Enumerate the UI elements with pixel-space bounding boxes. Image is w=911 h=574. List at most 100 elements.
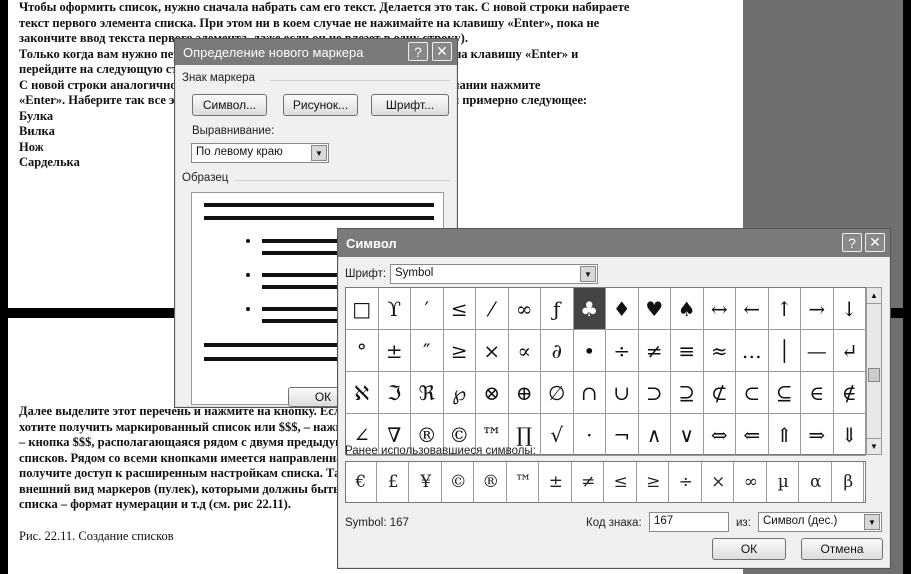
symbol-cell[interactable]: ∅: [541, 372, 574, 414]
symbol-cell[interactable]: □: [346, 288, 379, 330]
symbol-cell[interactable]: ⇔: [703, 414, 736, 456]
sample-group-label: Образец: [182, 172, 229, 184]
symbol-cell[interactable]: …: [736, 330, 769, 372]
symbol-cell[interactable]: ↓: [833, 288, 866, 330]
symbol-cell[interactable]: ⊄: [703, 372, 736, 414]
symbol-cell[interactable]: ↵: [833, 330, 866, 372]
symbol-cell[interactable]: ⊃: [638, 372, 671, 414]
symbol-cell[interactable]: ∧: [638, 414, 671, 456]
symbol-cell[interactable]: ⇐: [736, 414, 769, 456]
from-select[interactable]: Символ (дес.) ▼: [758, 512, 882, 532]
symbol-cell[interactable]: ♣: [573, 288, 606, 330]
recent-symbol-cell[interactable]: ¥: [411, 462, 442, 502]
sample-group-line: [235, 180, 450, 181]
symbol-cell[interactable]: •: [573, 330, 606, 372]
font-select[interactable]: Symbol ▼: [390, 264, 598, 284]
symbol-cell[interactable]: ↑: [768, 288, 801, 330]
close-button[interactable]: ✕: [432, 42, 452, 61]
chevron-down-icon[interactable]: ▼: [864, 514, 880, 530]
symbol-cell[interactable]: ⇓: [833, 414, 866, 456]
symbol-cell[interactable]: ÷: [606, 330, 639, 372]
scroll-thumb[interactable]: [868, 368, 880, 382]
symbol-cell[interactable]: ±: [378, 330, 411, 372]
symbol-cell[interactable]: —: [801, 330, 834, 372]
chevron-down-icon[interactable]: ▼: [311, 145, 327, 161]
symbol-cell[interactable]: ℜ: [411, 372, 444, 414]
define-bullet-titlebar[interactable]: Определение нового маркера ? ✕: [175, 39, 457, 65]
symbol-cell[interactable]: ″: [411, 330, 444, 372]
symbol-cell[interactable]: ∞: [508, 288, 541, 330]
symbol-cell[interactable]: ∪: [606, 372, 639, 414]
symbol-cell[interactable]: ℵ: [346, 372, 379, 414]
symbol-cell[interactable]: ♦: [606, 288, 639, 330]
symbol-cell[interactable]: ′: [411, 288, 444, 330]
chevron-down-icon[interactable]: ▼: [580, 266, 596, 282]
symbol-cell[interactable]: ↔: [703, 288, 736, 330]
scroll-down-icon[interactable]: ▼: [867, 438, 881, 454]
symbol-cell[interactable]: ℘: [443, 372, 476, 414]
symbol-cell[interactable]: ∂: [541, 330, 574, 372]
symbol-cell[interactable]: ∩: [573, 372, 606, 414]
symbol-cell[interactable]: ℑ: [378, 372, 411, 414]
symbol-cell[interactable]: ∝: [508, 330, 541, 372]
symbol-cell[interactable]: ⊂: [736, 372, 769, 414]
recent-symbol-cell[interactable]: ±: [541, 462, 572, 502]
symbol-cell[interactable]: ♠: [671, 288, 704, 330]
scroll-up-icon[interactable]: ▲: [867, 288, 881, 304]
symbol-cell[interactable]: ≠: [638, 330, 671, 372]
symbol-cell[interactable]: ♥: [638, 288, 671, 330]
symbol-cell[interactable]: ∨: [671, 414, 704, 456]
recent-symbol-cell[interactable]: ∞: [736, 462, 767, 502]
symbol-cell[interactable]: ƒ: [541, 288, 574, 330]
code-input[interactable]: 167: [649, 512, 729, 532]
symbol-status: Symbol: 167: [345, 517, 409, 529]
symbol-cell[interactable]: ←: [736, 288, 769, 330]
symbol-cell[interactable]: ⊇: [671, 372, 704, 414]
symbol-cell[interactable]: ϒ: [378, 288, 411, 330]
recent-symbol-cell[interactable]: ≠: [574, 462, 605, 502]
symbol-cell[interactable]: ⊗: [476, 372, 509, 414]
symbol-cell[interactable]: →: [801, 288, 834, 330]
picture-button[interactable]: Рисунок...: [283, 94, 358, 116]
symbol-cell[interactable]: ≤: [443, 288, 476, 330]
symbol-cell[interactable]: ∉: [833, 372, 866, 414]
alignment-select[interactable]: По левому краю ▼: [191, 143, 329, 163]
recent-symbol-cell[interactable]: £: [379, 462, 410, 502]
symbol-cell[interactable]: ⊆: [768, 372, 801, 414]
recent-symbol-cell[interactable]: €: [346, 462, 377, 502]
symbol-cell[interactable]: ∈: [801, 372, 834, 414]
symbol-cell[interactable]: ⊕: [508, 372, 541, 414]
symbol-cell[interactable]: ⇑: [768, 414, 801, 456]
font-button[interactable]: Шрифт...: [371, 94, 449, 116]
symbol-cell[interactable]: ⇒: [801, 414, 834, 456]
symbol-titlebar[interactable]: Символ ? ✕: [338, 229, 890, 257]
symbol-cell[interactable]: ≥: [443, 330, 476, 372]
recent-symbol-cell[interactable]: α: [801, 462, 832, 502]
recent-symbol-cell[interactable]: ≤: [606, 462, 637, 502]
symbol-cell[interactable]: ¬: [606, 414, 639, 456]
help-button[interactable]: ?: [408, 42, 428, 61]
recent-symbol-cell[interactable]: β: [834, 462, 865, 502]
symbol-cell[interactable]: ⁄: [476, 288, 509, 330]
symbol-button[interactable]: Символ...: [192, 94, 267, 116]
symbol-cell[interactable]: √: [541, 414, 574, 456]
symbol-cell[interactable]: ⋅: [573, 414, 606, 456]
recent-symbol-cell[interactable]: ×: [704, 462, 735, 502]
symbol-cell[interactable]: ≡: [671, 330, 704, 372]
symbol-cell[interactable]: │: [768, 330, 801, 372]
recent-symbol-cell[interactable]: µ: [769, 462, 800, 502]
recent-symbol-cell[interactable]: ®: [476, 462, 507, 502]
recent-symbol-cell[interactable]: ™: [509, 462, 540, 502]
close-button[interactable]: ✕: [865, 233, 885, 252]
symbol-cell[interactable]: ×: [476, 330, 509, 372]
recent-symbol-cell[interactable]: ©: [444, 462, 475, 502]
symbol-cell[interactable]: ≈: [703, 330, 736, 372]
recent-symbol-cell[interactable]: ÷: [671, 462, 702, 502]
symbol-cell[interactable]: °: [346, 330, 379, 372]
preview-bullet-icon: [246, 307, 250, 311]
help-button[interactable]: ?: [842, 233, 862, 252]
recent-symbol-cell[interactable]: ≥: [639, 462, 670, 502]
symbol-scrollbar[interactable]: ▲ ▼: [866, 287, 882, 455]
cancel-button[interactable]: Отмена: [801, 538, 883, 560]
ok-button[interactable]: ОК: [712, 538, 786, 560]
